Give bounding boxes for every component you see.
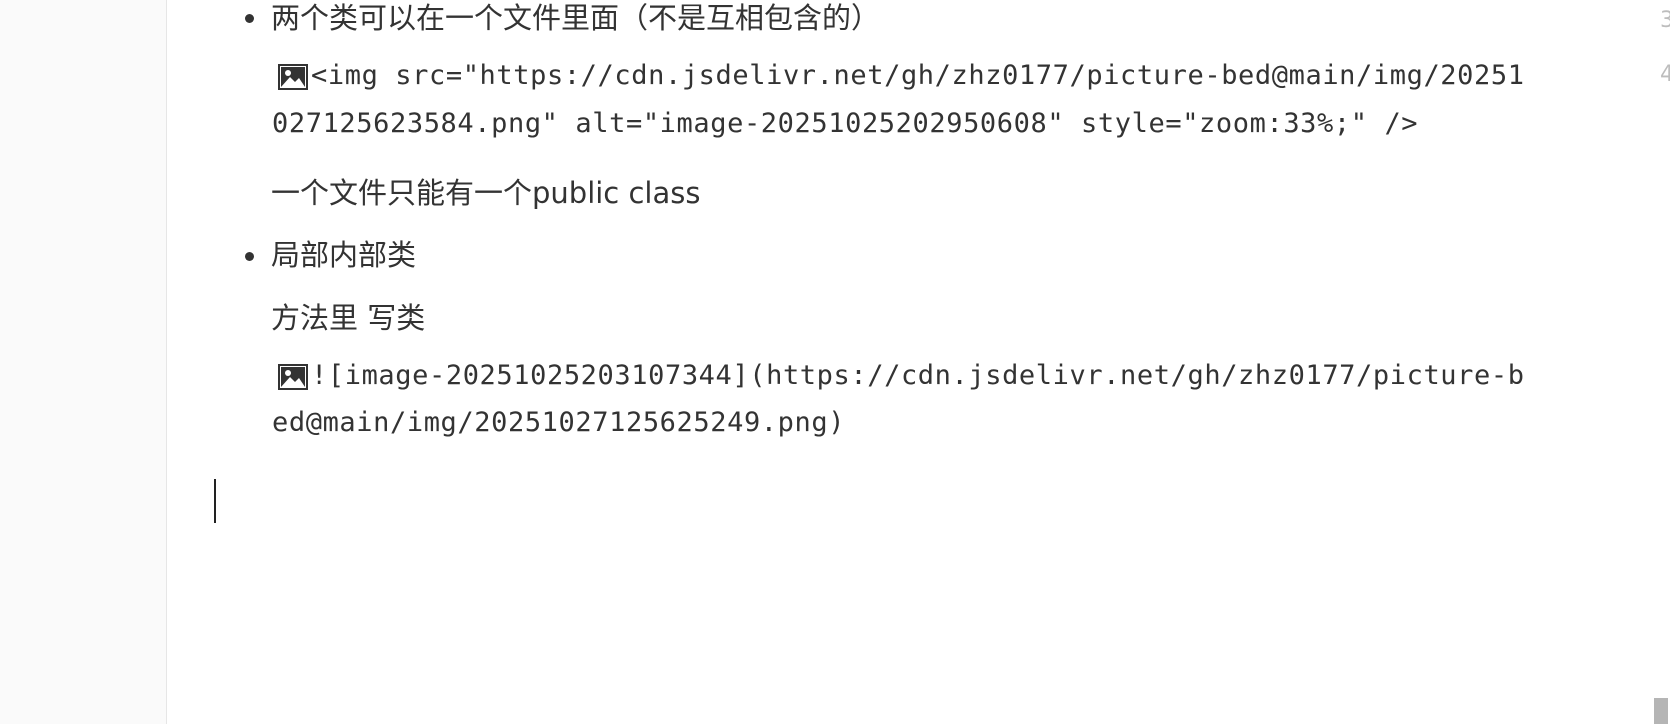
scrollbar-thumb[interactable] bbox=[1654, 698, 1668, 724]
list-item-note: 方法里 写类 bbox=[271, 301, 426, 335]
image-icon[interactable] bbox=[278, 64, 308, 90]
line-number: 4 bbox=[1660, 62, 1670, 87]
line-number: 3 bbox=[1660, 8, 1670, 33]
image-markdown-line: ![image-20251025203107344](https://cdn.j… bbox=[311, 360, 1525, 391]
image-markdown-line: ed@main/img/20251027125625249.png) bbox=[272, 407, 846, 438]
list-item-title: 局部内部类 bbox=[271, 238, 417, 272]
image-markup-line: <img src="https://cdn.jsdelivr.net/gh/zh… bbox=[311, 60, 1525, 91]
image-icon[interactable] bbox=[278, 364, 308, 390]
bullet-icon bbox=[245, 252, 254, 261]
list-item-note: 一个文件只能有一个public class bbox=[271, 176, 701, 210]
list-item-title: 两个类可以在一个文件里面（不是互相包含的） bbox=[271, 1, 881, 35]
text-cursor bbox=[214, 479, 216, 523]
right-gutter: 3 4 bbox=[1648, 0, 1670, 724]
document-editor[interactable]: 两个类可以在一个文件里面（不是互相包含的） <img src="https://… bbox=[168, 0, 1648, 724]
bullet-icon bbox=[245, 14, 254, 23]
left-sidebar-gutter bbox=[0, 0, 167, 724]
image-markup-line: 027125623584.png" alt="image-20251025202… bbox=[272, 108, 1419, 139]
editor-window: 两个类可以在一个文件里面（不是互相包含的） <img src="https://… bbox=[0, 0, 1670, 724]
